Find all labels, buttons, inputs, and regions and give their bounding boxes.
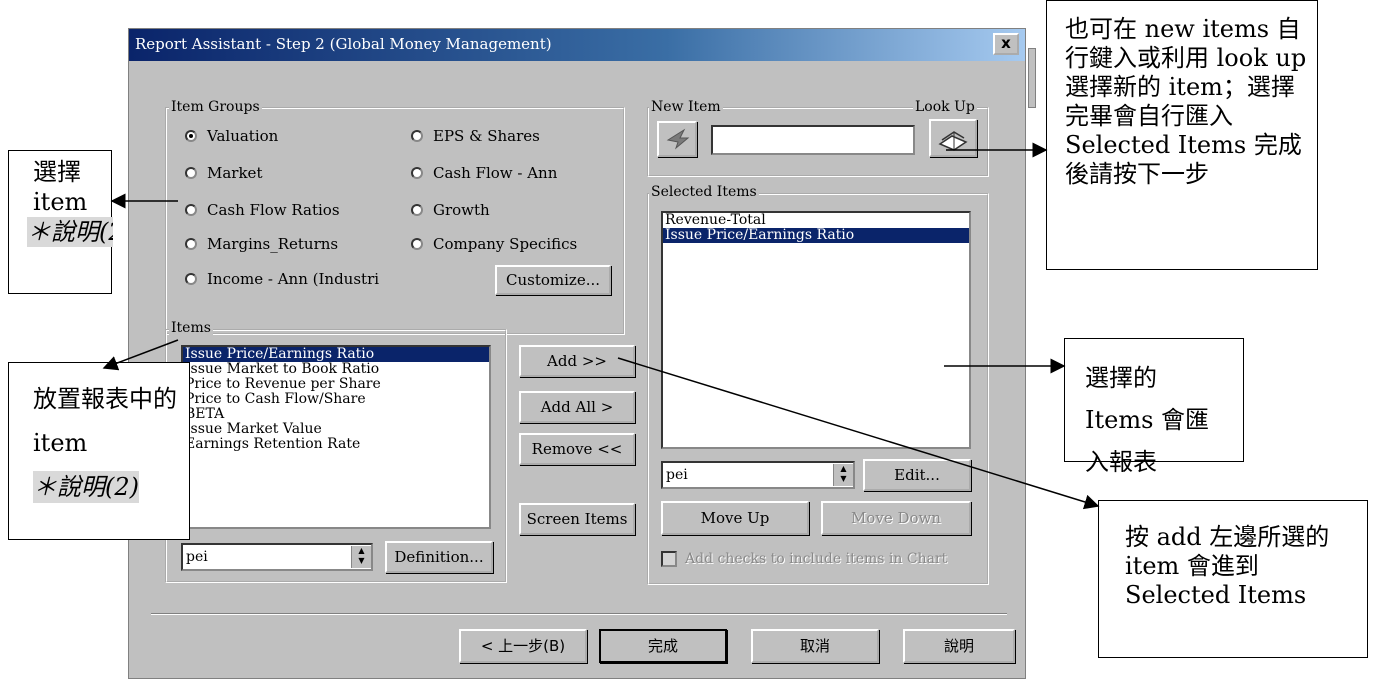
report-assistant-dialog: Report Assistant - Step 2 (Global Money … (128, 28, 1026, 679)
window-title: Report Assistant - Step 2 (Global Money … (135, 35, 552, 53)
chart-checkbox[interactable]: Add checks to include items in Chart (661, 549, 981, 569)
radio-company-specifics[interactable]: Company Specifics (411, 235, 577, 253)
look-up-label: Look Up (913, 99, 977, 115)
edit-button[interactable]: Edit... (863, 459, 971, 491)
move-down-button[interactable]: Move Down (821, 501, 971, 535)
list-item[interactable]: Issue Market Value (183, 422, 489, 437)
new-item-label: New Item (649, 99, 723, 115)
radio-icon (411, 130, 423, 142)
selected-combo-value: pei (666, 467, 688, 483)
new-item-input[interactable] (711, 125, 915, 155)
radio-eps-shares[interactable]: EPS & Shares (411, 127, 540, 145)
items-list[interactable]: Issue Price/Earnings Ratio Issue Market … (181, 345, 491, 529)
annotation-right-mid: 選擇的 Items 會匯入報表 (1064, 338, 1244, 476)
spinner-icon[interactable]: ▲ ▼ (351, 546, 371, 568)
radio-margins-returns[interactable]: Margins_Returns (185, 235, 338, 253)
list-item[interactable]: BETA (183, 407, 489, 422)
annotation-left-top: 選擇 item ＊說明(2) (8, 150, 113, 294)
look-up-button[interactable] (929, 119, 977, 157)
add-button[interactable]: Add >> (519, 345, 635, 377)
list-item[interactable]: Issue Market to Book Ratio (183, 362, 489, 377)
radio-icon (185, 167, 197, 179)
item-groups-label: Item Groups (169, 99, 262, 115)
radio-icon (185, 238, 197, 250)
items-combo-value: pei (186, 549, 208, 565)
close-button[interactable]: x (993, 33, 1019, 55)
help-button[interactable]: 說明 (903, 629, 1015, 663)
radio-icon (411, 167, 423, 179)
list-item[interactable]: Revenue-Total (663, 213, 969, 228)
list-item[interactable]: Price to Revenue per Share (183, 377, 489, 392)
arrow-icon (666, 128, 690, 150)
background-scroll-edge (1028, 48, 1036, 108)
radio-icon (411, 204, 423, 216)
title-bar[interactable]: Report Assistant - Step 2 (Global Money … (129, 29, 1025, 61)
selected-items-combo[interactable]: pei ▲ ▼ (661, 461, 855, 489)
annotation-left-mid: 放置報表中的 item ＊說明(2) (8, 362, 190, 540)
list-item[interactable]: Earnings Retention Rate (183, 437, 489, 452)
radio-growth[interactable]: Growth (411, 201, 490, 219)
items-combo[interactable]: pei ▲ ▼ (181, 543, 373, 571)
back-button[interactable]: < 上一步(B) (459, 629, 587, 663)
remove-button[interactable]: Remove << (519, 433, 635, 465)
list-item[interactable]: Issue Price/Earnings Ratio (663, 228, 969, 243)
finish-button[interactable]: 完成 (599, 629, 727, 663)
customize-button[interactable]: Customize... (495, 265, 611, 295)
radio-icon (185, 204, 197, 216)
selected-items-label: Selected Items (649, 184, 759, 200)
checkbox-icon (661, 551, 677, 567)
footer-separator (151, 613, 1007, 615)
screen-items-button[interactable]: Screen Items (519, 503, 635, 535)
list-item[interactable]: Price to Cash Flow/Share (183, 392, 489, 407)
radio-icon (411, 238, 423, 250)
radio-selected-icon (185, 130, 197, 142)
selected-items-list[interactable]: Revenue-Total Issue Price/Earnings Ratio (661, 211, 971, 449)
radio-cash-flow-ratios[interactable]: Cash Flow Ratios (185, 201, 340, 219)
cancel-button[interactable]: 取消 (751, 629, 879, 663)
radio-market[interactable]: Market (185, 164, 262, 182)
add-new-item-button[interactable] (657, 121, 697, 157)
items-label: Items (169, 320, 213, 336)
radio-cash-flow-ann[interactable]: Cash Flow - Ann (411, 164, 557, 182)
annotation-top-right: 也可在 new items 自行鍵入或利用 look up 選擇新的 item；… (1046, 0, 1318, 270)
add-all-button[interactable]: Add All > (519, 391, 635, 423)
list-item[interactable]: Issue Price/Earnings Ratio (183, 347, 489, 362)
definition-button[interactable]: Definition... (385, 541, 493, 573)
chart-checkbox-label: Add checks to include items in Chart (685, 551, 948, 567)
radio-valuation[interactable]: Valuation (185, 127, 278, 145)
annotation-right-bottom: 按 add 左邊所選的 item 會進到 Selected Items (1098, 500, 1368, 658)
spinner-icon[interactable]: ▲ ▼ (833, 464, 853, 486)
book-lookup-icon (938, 131, 968, 151)
radio-icon (185, 273, 197, 285)
move-up-button[interactable]: Move Up (661, 501, 809, 535)
radio-income-ann[interactable]: Income - Ann (Industri (185, 270, 379, 288)
